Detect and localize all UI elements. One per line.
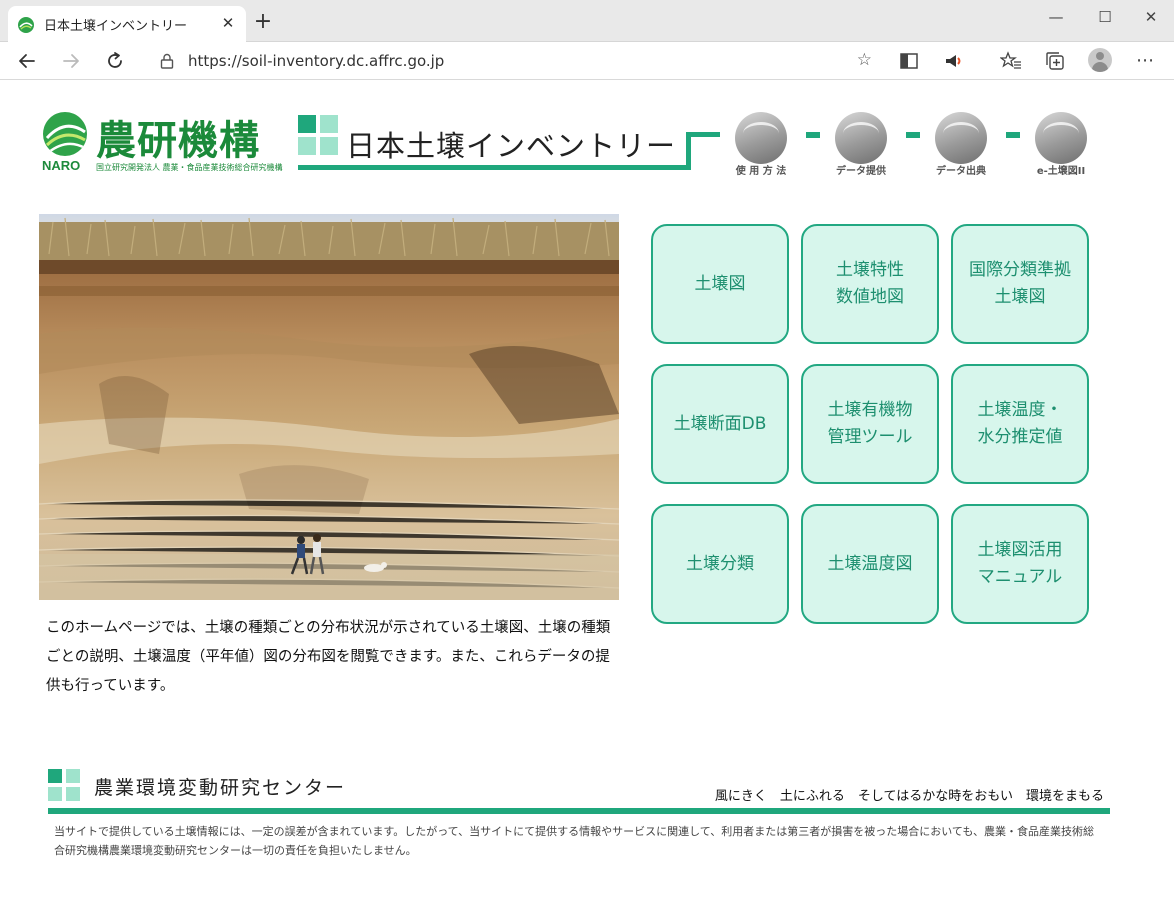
site-title: 日本土壌インベントリー: [346, 129, 677, 163]
nav-e-soil-map-label: e-土壌図II: [1036, 166, 1086, 177]
tab-title: 日本土壌インベントリー: [44, 19, 188, 34]
button-international-soil-map[interactable]: 国際分類準拠 土壌図: [951, 224, 1089, 344]
nav-usage-label: 使 用 方 法: [735, 166, 787, 177]
nav-e-soil-map[interactable]: e-土壌図II: [1034, 112, 1088, 177]
favorite-star-icon[interactable]: ☆: [857, 50, 872, 70]
intro-text: このホームページでは、土壌の種類ごとの分布状況が示されている土壌図、土壌の種類ご…: [46, 620, 611, 694]
button-soil-classification[interactable]: 土壌分類: [651, 504, 789, 624]
immersive-reader-icon[interactable]: [898, 50, 920, 72]
site-grid-logo-icon: [298, 115, 338, 155]
button-soil-profile-db[interactable]: 土壌断面DB: [651, 364, 789, 484]
tab-close-icon[interactable]: ✕: [218, 13, 238, 33]
nav-data-provision-label: データ提供: [836, 166, 886, 177]
minimize-button[interactable]: —: [1042, 8, 1070, 28]
nav-data-provision[interactable]: データ提供: [834, 112, 888, 177]
profile-avatar[interactable]: [1088, 48, 1112, 72]
nav-dash: [806, 132, 820, 138]
nav-dash: [1006, 132, 1020, 138]
usage-circle-icon: [735, 112, 787, 164]
naro-acronym: NARO: [42, 158, 81, 173]
url-text[interactable]: https://soil-inventory.dc.affrc.go.jp: [188, 52, 444, 70]
footer-tagline: 風にきく 土にふれる そしてはるかな時をおもい 環境をまもる: [714, 789, 1104, 804]
button-soil-property-map[interactable]: 土壌特性 数値地図: [801, 224, 939, 344]
refresh-icon[interactable]: [102, 48, 128, 74]
browser-titlebar: 日本土壌インベントリー ✕ + — ☐ ✕: [0, 0, 1174, 42]
soil-profile-photo: [39, 214, 619, 600]
button-soil-map-manual[interactable]: 土壌図活用 マニュアル: [951, 504, 1089, 624]
data-provision-circle-icon: [835, 112, 887, 164]
address-bar[interactable]: https://soil-inventory.dc.affrc.go.jp ☆: [146, 46, 882, 76]
header-underline-riser: [686, 132, 691, 170]
favorites-icon[interactable]: [1000, 50, 1022, 72]
button-temperature-moisture-estimate[interactable]: 土壌温度・ 水分推定値: [951, 364, 1089, 484]
maximize-button[interactable]: ☐: [1091, 8, 1119, 28]
footer-grid-logo-icon: [48, 769, 80, 801]
data-source-circle-icon: [935, 112, 987, 164]
org-name[interactable]: 農研機構: [96, 108, 260, 166]
nav-usage[interactable]: 使 用 方 法: [734, 112, 788, 177]
new-tab-button[interactable]: +: [252, 11, 274, 34]
collections-icon[interactable]: [1044, 50, 1066, 72]
e-soil-map-circle-icon: [1035, 112, 1087, 164]
footer-disclaimer: 当サイトで提供している土壌情報には、一定の誤差が含まれています。したがって、当サ…: [54, 825, 1095, 857]
window-close-button[interactable]: ✕: [1137, 8, 1165, 28]
naro-logo-icon[interactable]: [43, 112, 87, 156]
button-soil-map[interactable]: 土壌図: [651, 224, 789, 344]
read-aloud-icon[interactable]: [942, 50, 964, 72]
button-organic-matter-tool[interactable]: 土壌有機物 管理ツール: [801, 364, 939, 484]
header-underline-top: [686, 132, 720, 137]
header-underline: [298, 165, 691, 170]
button-soil-temperature-map[interactable]: 土壌温度図: [801, 504, 939, 624]
nav-data-source-label: データ出典: [936, 166, 986, 177]
nav-data-source[interactable]: データ出典: [934, 112, 988, 177]
lock-icon: [160, 53, 174, 69]
nav-dash: [906, 132, 920, 138]
browser-tab[interactable]: 日本土壌インベントリー ✕: [8, 6, 246, 42]
org-fullname: 国立研究開発法人 農業・食品産業技術総合研究機構: [96, 163, 283, 172]
footer-center-name[interactable]: 農業環境変動研究センター: [94, 773, 346, 800]
footer-divider: [48, 808, 1110, 814]
back-arrow-icon[interactable]: [14, 48, 40, 74]
browser-navbar: https://soil-inventory.dc.affrc.go.jp ☆ …: [0, 42, 1174, 80]
more-options-icon[interactable]: ⋯: [1134, 50, 1156, 72]
naro-favicon-icon: [18, 17, 34, 33]
forward-arrow-icon[interactable]: [58, 48, 84, 74]
